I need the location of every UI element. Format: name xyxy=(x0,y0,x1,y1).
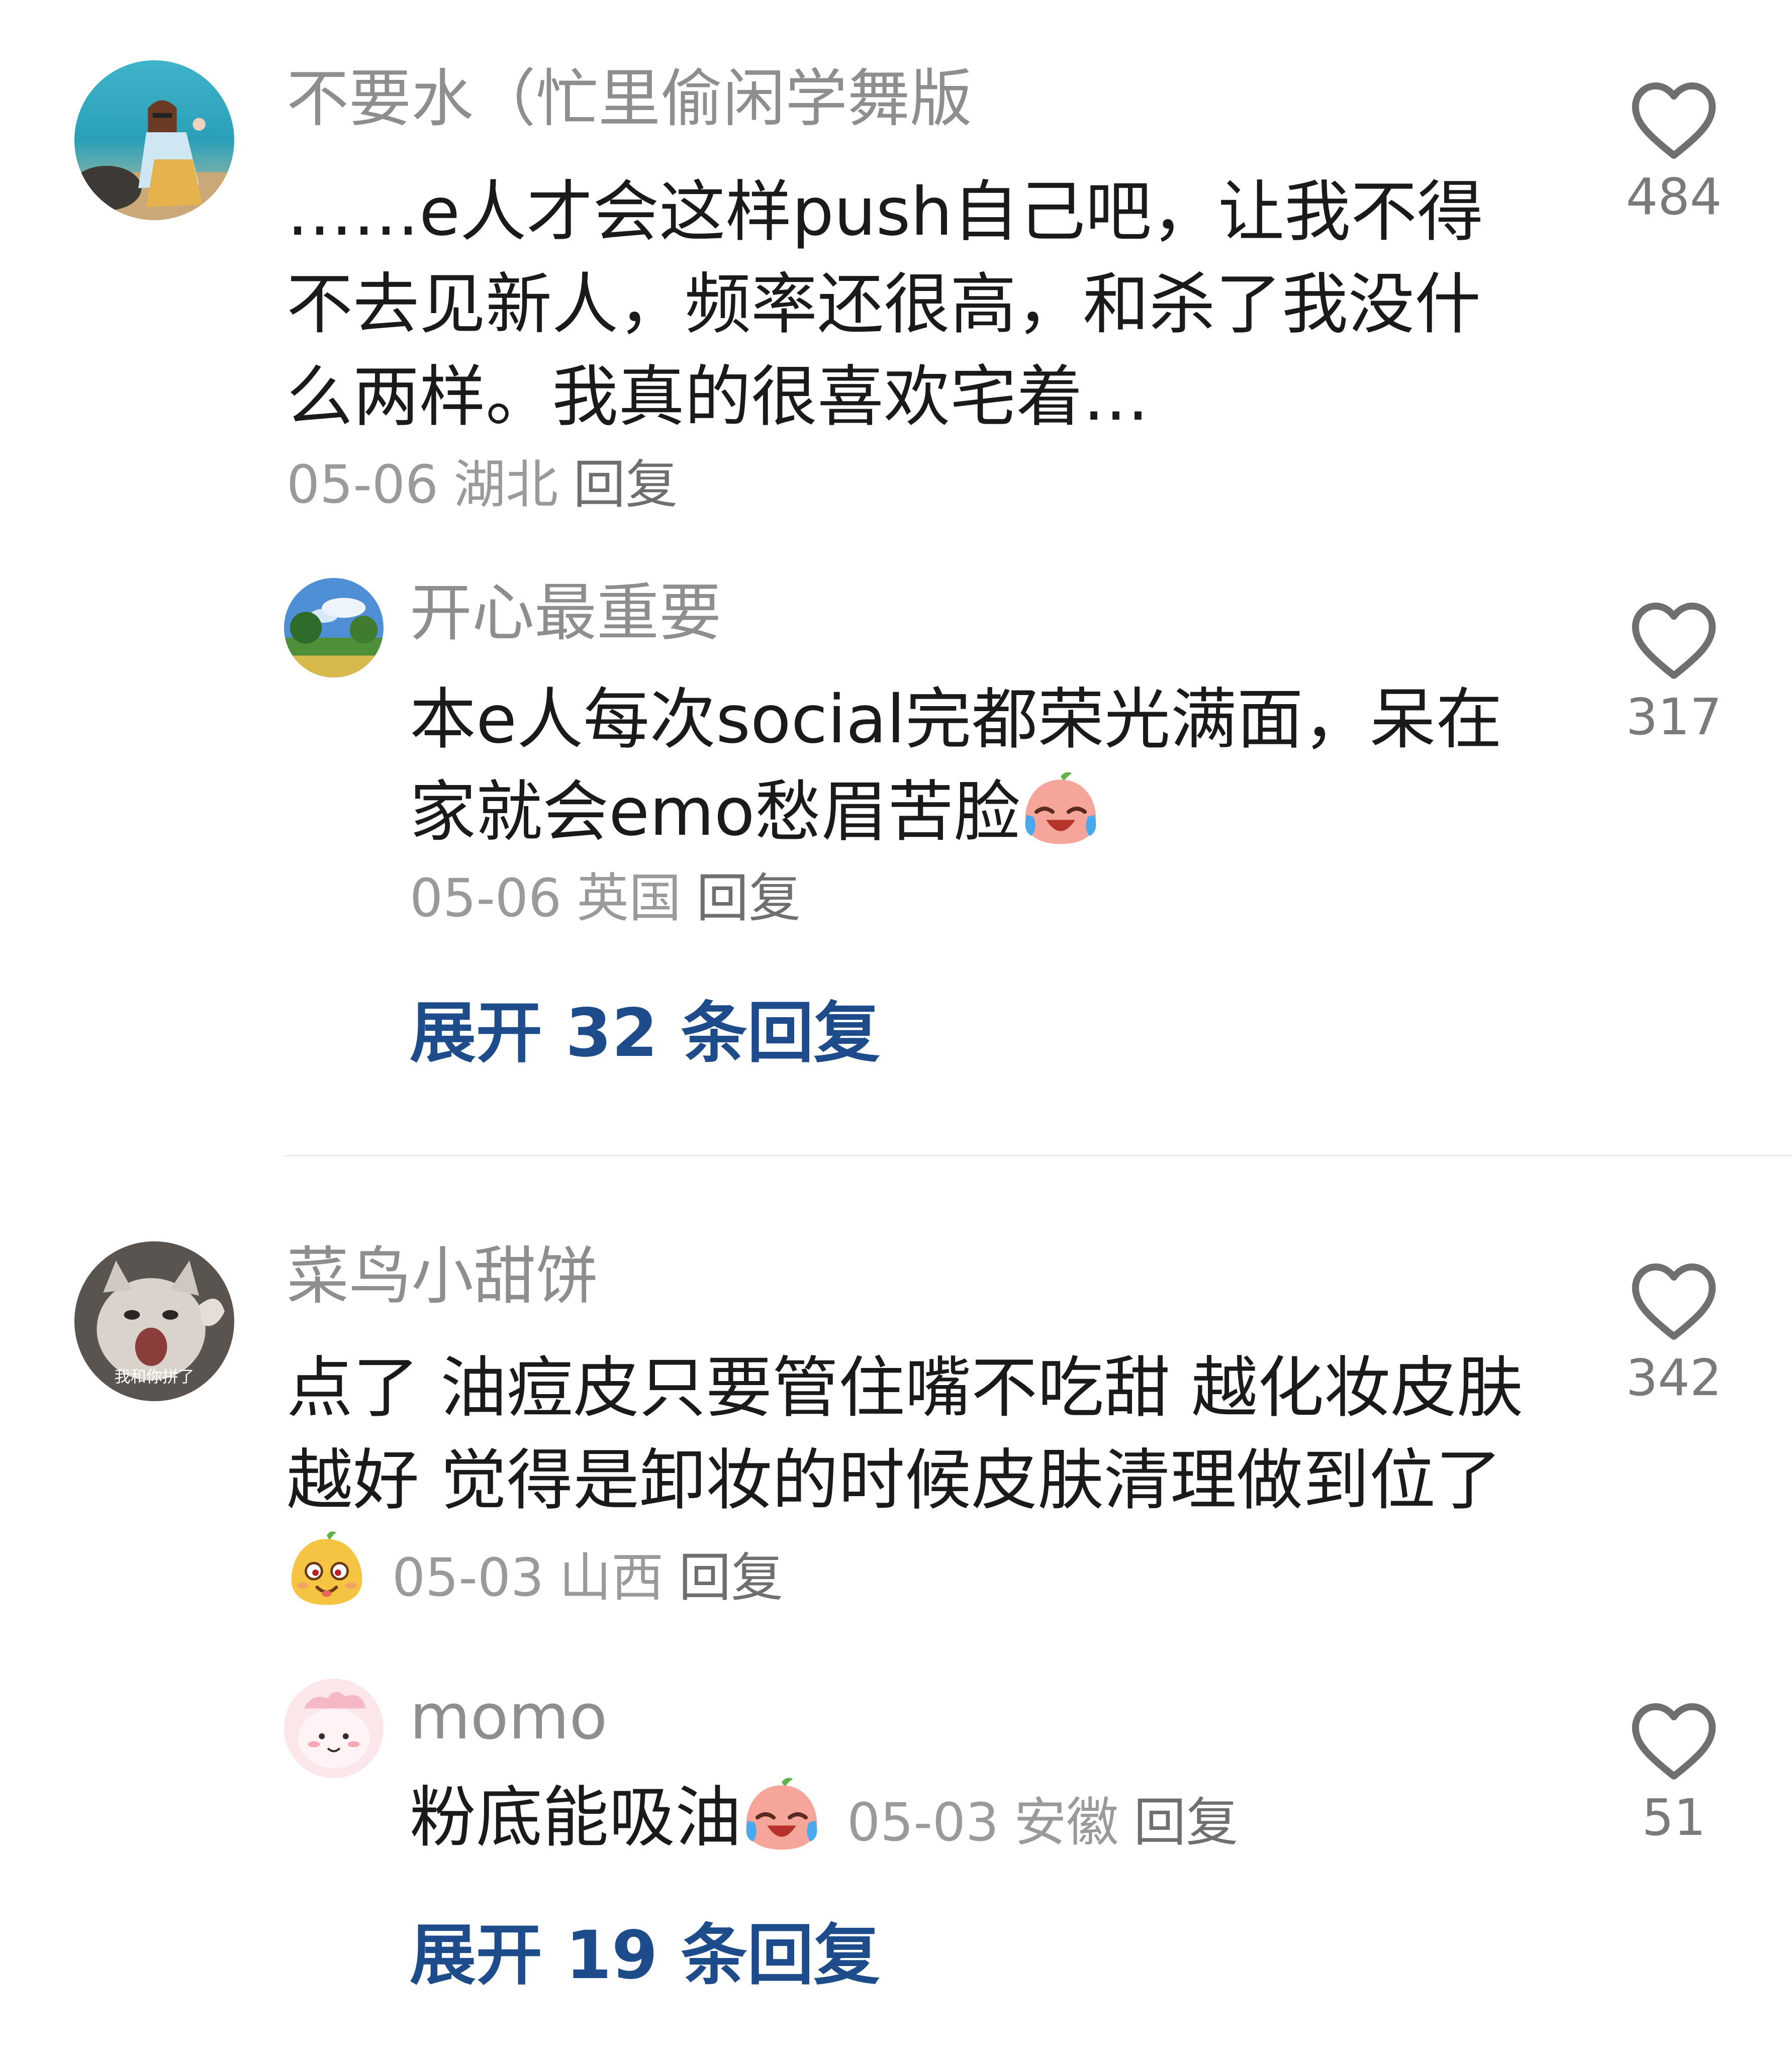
reply-meta: 05-06 英国 回复 xyxy=(410,872,801,924)
divider xyxy=(284,1155,1792,1156)
comment-body: ……e人才会这样push自己吧，让我不得不去见新人，频率还很高，和杀了我没什么两… xyxy=(287,173,1484,436)
like-count: 484 xyxy=(1626,167,1722,226)
reply-meta: 05-03 安徽 回复 xyxy=(847,1792,1238,1853)
beach-photo-avatar-icon xyxy=(74,60,234,220)
reply-location: 安徽 xyxy=(1014,1792,1119,1853)
like-count: 342 xyxy=(1626,1348,1722,1407)
reply-username[interactable]: 开心最重要 xyxy=(410,582,721,644)
screaming-cat-avatar-icon: 我和你拼了 xyxy=(74,1241,234,1401)
comment-meta: 05-03 山西 回复 xyxy=(392,1547,783,1608)
reply-button[interactable]: 回复 xyxy=(573,454,678,515)
like-count: 51 xyxy=(1642,1788,1706,1847)
reply-date: 05-06 xyxy=(410,867,562,929)
avatar[interactable]: 我和你拼了 xyxy=(74,1241,234,1401)
reply-button[interactable]: 回复 xyxy=(696,867,801,929)
reply-body: 本e人每次social完都荣光满面，呆在家就会emo愁眉苦脸 xyxy=(410,681,1502,851)
heart-icon xyxy=(1632,1703,1716,1780)
heart-icon xyxy=(1632,1263,1716,1340)
comment-date: 05-06 xyxy=(287,454,439,515)
pink-blob-avatar-icon xyxy=(284,1679,384,1778)
expand-replies-link[interactable]: 展开 19 条回复 xyxy=(410,1922,880,1989)
comment-location: 湖北 xyxy=(453,454,558,515)
reply-text[interactable]: 本e人每次social完都荣光满面，呆在家就会emo愁眉苦脸 xyxy=(410,673,1531,858)
landscape-trees-avatar-icon xyxy=(284,578,384,677)
avatar[interactable] xyxy=(74,60,234,220)
comment-text[interactable]: ……e人才会这样push自己吧，让我不得不去见新人，频率还很高，和杀了我没什么两… xyxy=(287,166,1533,443)
avatar[interactable] xyxy=(284,578,384,677)
like-button[interactable]: 317 xyxy=(1621,601,1727,742)
comment-text[interactable]: 点了 油痘皮只要管住嘴不吃甜 越化妆皮肤越好 觉得是卸妆的时候皮肤清理做到位了 … xyxy=(287,1342,1533,1624)
reply-location: 英国 xyxy=(577,867,682,929)
comment-meta: 05-06 湖北 回复 xyxy=(287,458,678,511)
like-count: 317 xyxy=(1626,688,1722,746)
heart-icon xyxy=(1632,603,1716,679)
heart-icon xyxy=(1632,82,1716,159)
like-button[interactable]: 342 xyxy=(1621,1261,1727,1403)
like-button[interactable]: 484 xyxy=(1621,80,1727,222)
reply-text[interactable]: 粉底能吸油 05-03 安徽 回复 xyxy=(410,1772,1531,1869)
like-button[interactable]: 51 xyxy=(1621,1701,1727,1843)
avatar[interactable] xyxy=(284,1679,384,1778)
expand-replies-link[interactable]: 展开 32 条回复 xyxy=(410,1000,880,1066)
comment-date: 05-03 xyxy=(392,1547,544,1608)
reply-body: 粉底能吸油 xyxy=(410,1779,741,1856)
reply-button[interactable]: 回复 xyxy=(679,1547,783,1608)
comment-body: 点了 油痘皮只要管住嘴不吃甜 越化妆皮肤越好 觉得是卸妆的时候皮肤清理做到位了 xyxy=(287,1349,1523,1519)
crying-laughing-peach-emoji-icon xyxy=(1025,772,1096,844)
comment-username[interactable]: 不要水（忙里偷闲学舞版 xyxy=(287,68,972,130)
crying-laughing-peach-emoji-icon xyxy=(746,1778,817,1850)
comment-list: 不要水（忙里偷闲学舞版 ……e人才会这样push自己吧，让我不得不去见新人，频率… xyxy=(0,0,1792,2056)
silly-face-fruit-emoji-icon xyxy=(291,1531,362,1605)
comment-location: 山西 xyxy=(559,1547,664,1608)
reply-button[interactable]: 回复 xyxy=(1134,1792,1238,1853)
reply-username[interactable]: momo xyxy=(410,1686,607,1748)
avatar-caption: 我和你拼了 xyxy=(115,1367,195,1386)
reply-date: 05-03 xyxy=(847,1792,999,1853)
comment-username[interactable]: 菜鸟小甜饼 xyxy=(287,1245,598,1308)
